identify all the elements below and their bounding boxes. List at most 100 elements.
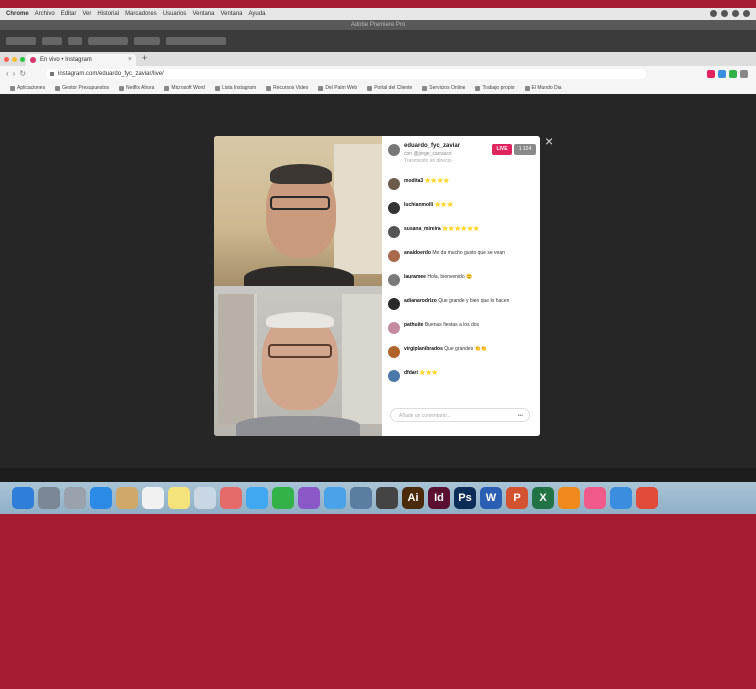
bookmark-item[interactable]: Microsoft Word	[164, 85, 205, 91]
bookmark-item[interactable]: Trabajo propio	[475, 85, 515, 91]
bookmark-item[interactable]: Netflix Ahora	[119, 85, 154, 91]
bookmark-item[interactable]: Servicios Online	[422, 85, 465, 91]
toolbar-control[interactable]	[42, 37, 62, 45]
bookmark-item[interactable]: Portal del Cliente	[367, 85, 412, 91]
powerpoint-icon[interactable]: P	[506, 487, 528, 509]
menu-item[interactable]: Ventana	[192, 11, 214, 17]
illustrator-icon[interactable]: Ai	[402, 487, 424, 509]
status-icons	[710, 10, 750, 17]
avatar[interactable]	[388, 202, 400, 214]
url-text: instagram.com/eduardo_fyc_zaviar/live/	[58, 71, 164, 77]
profile-icon[interactable]	[740, 70, 748, 78]
notes-icon[interactable]	[116, 487, 138, 509]
nav-arrows-icon[interactable]: ‹›↻	[6, 69, 30, 78]
toolbar-control[interactable]	[166, 37, 226, 45]
guest-curtain	[342, 294, 382, 424]
toolbar-control[interactable]	[134, 37, 160, 45]
extension-icon[interactable]	[729, 70, 737, 78]
menu-item[interactable]: Usuarios	[163, 11, 187, 17]
vlc-icon[interactable]	[558, 487, 580, 509]
comment-user[interactable]: lauramee	[404, 274, 426, 280]
instagram-icon	[30, 57, 36, 63]
new-tab-icon[interactable]: +	[142, 53, 147, 63]
menu-item[interactable]: Chrome	[6, 11, 29, 17]
comment-user[interactable]: adianarodrizo	[404, 298, 437, 304]
safari-icon[interactable]	[90, 487, 112, 509]
comment-user[interactable]: virgiplanibrados	[404, 346, 443, 352]
url-field[interactable]: instagram.com/eduardo_fyc_zaviar/live/	[46, 69, 646, 79]
bookmark-item[interactable]: Recursos Video	[266, 85, 308, 91]
menu-item[interactable]: Ayuda	[249, 11, 266, 17]
drive-icon[interactable]	[376, 487, 398, 509]
avatar[interactable]	[388, 322, 400, 334]
comment-text: Que grande y bien que lo hacen	[438, 298, 510, 304]
calendar-icon[interactable]	[142, 487, 164, 509]
avatar[interactable]	[388, 226, 400, 238]
word-icon[interactable]: W	[480, 487, 502, 509]
excel-icon[interactable]: X	[532, 487, 554, 509]
app-icon[interactable]	[610, 487, 632, 509]
screen-icon[interactable]	[350, 487, 372, 509]
close-modal-icon[interactable]: ×	[545, 134, 553, 148]
minimize-window-button[interactable]	[12, 57, 17, 62]
bookmark-item[interactable]: Del Palm Web	[318, 85, 357, 91]
messages-icon[interactable]	[246, 487, 268, 509]
close-tab-icon[interactable]: ×	[128, 54, 132, 66]
battery-icon[interactable]	[721, 10, 728, 17]
itunes-icon[interactable]	[584, 487, 606, 509]
imovie-icon[interactable]	[298, 487, 320, 509]
app-store-icon[interactable]	[324, 487, 346, 509]
comment-user[interactable]: anaidoerdo	[404, 250, 431, 256]
comment-text: ⭐⭐⭐	[419, 370, 438, 376]
menu-item[interactable]: Ver	[82, 11, 91, 17]
live-badge: LIVE	[492, 144, 512, 155]
extension-icon[interactable]	[707, 70, 715, 78]
avatar[interactable]	[388, 178, 400, 190]
photos-icon[interactable]	[220, 487, 242, 509]
toolbar-control[interactable]	[88, 37, 128, 45]
menu-item[interactable]: Marcadores	[125, 11, 157, 17]
menu-item[interactable]: Editar	[61, 11, 77, 17]
indesign-icon[interactable]: Id	[428, 487, 450, 509]
extension-icon[interactable]	[718, 70, 726, 78]
comment-user[interactable]: susana_mireira	[404, 226, 441, 232]
bookmark-item[interactable]: El Mundo Dia	[524, 85, 562, 91]
host-name[interactable]: eduardo_fyc_zaviar	[404, 143, 460, 149]
comment-user[interactable]: luchianmolli	[404, 202, 433, 208]
bookmark-item[interactable]: Aplicaciones	[10, 85, 45, 91]
photoshop-icon[interactable]: Ps	[454, 487, 476, 509]
menu-item[interactable]: Historial	[97, 11, 119, 17]
host-avatar[interactable]	[388, 144, 400, 156]
toolbar-control[interactable]	[68, 37, 82, 45]
browser-tab[interactable]: En vivo • Instagram ×	[26, 54, 136, 66]
stickies-icon[interactable]	[168, 487, 190, 509]
finder-icon[interactable]	[12, 487, 34, 509]
clock-icon[interactable]	[732, 10, 739, 17]
comment-user[interactable]: pathuite	[404, 322, 423, 328]
avatar[interactable]	[388, 274, 400, 286]
bookmark-item[interactable]: Lista Instagram	[214, 85, 256, 91]
comment-input[interactable]: Añade un comentario... •••	[390, 408, 530, 422]
launchpad-icon[interactable]	[38, 487, 60, 509]
comment-user[interactable]: modita3	[404, 178, 423, 184]
avatar[interactable]	[388, 250, 400, 262]
menu-item[interactable]: Ventana	[220, 11, 242, 17]
wifi-icon[interactable]	[710, 10, 717, 17]
close-window-button[interactable]	[4, 57, 9, 62]
avatar[interactable]	[388, 298, 400, 310]
avatar[interactable]	[388, 370, 400, 382]
chrome-icon[interactable]	[636, 487, 658, 509]
avatar[interactable]	[388, 346, 400, 358]
system-prefs-icon[interactable]	[64, 487, 86, 509]
search-icon[interactable]	[743, 10, 750, 17]
host-subtitle: con @jorge_carrasco	[404, 151, 452, 157]
toolbar-control[interactable]	[6, 37, 36, 45]
preview-icon[interactable]	[194, 487, 216, 509]
facetime-icon[interactable]	[272, 487, 294, 509]
maximize-window-button[interactable]	[20, 57, 25, 62]
bookmark-item[interactable]: Gestor Presupuestos	[55, 85, 109, 91]
host-row: eduardo_fyc_zaviar con @jorge_carrasco T…	[388, 142, 536, 166]
comment-user[interactable]: dfdari	[404, 370, 418, 376]
menu-item[interactable]: Archivo	[35, 11, 55, 17]
more-options-icon[interactable]: •••	[518, 409, 523, 423]
